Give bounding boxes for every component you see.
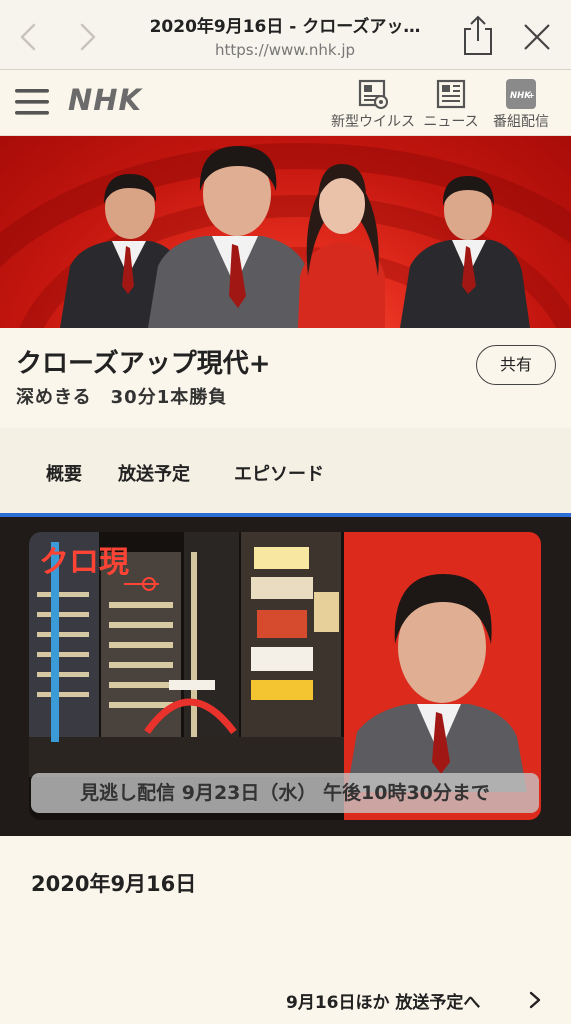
program-subtitle: 深めきる 30分1本勝負 <box>16 387 228 408</box>
nhk-logo[interactable]: NHK <box>68 83 142 117</box>
nhk-plus-icon: NHK + <box>505 78 537 110</box>
site-header: NHK 新型ウイルス ニュース NHK + 番組配信 <box>0 70 571 136</box>
video-logo: クロ現 <box>39 545 129 580</box>
program-hero-image <box>0 136 571 328</box>
program-title: クローズアップ現代+ <box>16 349 271 379</box>
share-icon[interactable] <box>460 14 496 56</box>
header-link-corona[interactable]: 新型ウイルス <box>328 78 418 131</box>
episode-date: 2020年9月16日 <box>31 872 197 896</box>
back-icon[interactable] <box>16 22 40 52</box>
header-link-label: 新型ウイルス <box>331 114 415 130</box>
browser-toolbar: 2020年9月16日 - クローズアッ… https://www.nhk.jp <box>0 0 571 70</box>
chevron-right-icon[interactable] <box>528 990 542 1010</box>
video-section: クロ現 見逃し配信 9月23日（水） 午後10時30分まで <box>0 513 571 836</box>
corona-news-icon <box>357 78 389 110</box>
close-icon[interactable] <box>520 20 554 54</box>
availability-banner: 見逃し配信 9月23日（水） 午後10時30分まで <box>31 773 539 813</box>
header-link-program[interactable]: NHK + 番組配信 <box>476 78 566 131</box>
program-info: クローズアップ現代+ 深めきる 30分1本勝負 共有 <box>0 328 571 428</box>
newspaper-icon <box>435 78 467 110</box>
page-title: 2020年9月16日 - クローズアッ… <box>149 17 421 37</box>
video-thumbnail[interactable]: クロ現 見逃し配信 9月23日（水） 午後10時30分まで <box>29 532 541 820</box>
forward-icon[interactable] <box>76 22 100 52</box>
hamburger-menu-icon[interactable] <box>14 88 50 116</box>
page-url[interactable]: https://www.nhk.jp <box>120 41 450 59</box>
schedule-link[interactable]: 9月16日ほか 放送予定へ <box>286 988 480 1013</box>
svg-text:+: + <box>528 91 535 100</box>
tab-overview[interactable]: 概要 <box>46 460 82 486</box>
tab-schedule[interactable]: 放送予定 <box>118 460 190 486</box>
tab-episodes[interactable]: エピソード <box>234 460 324 486</box>
program-tabs: 概要 放送予定 エピソード <box>0 428 571 513</box>
share-button[interactable]: 共有 <box>476 345 556 385</box>
header-link-label: 番組配信 <box>493 114 549 130</box>
